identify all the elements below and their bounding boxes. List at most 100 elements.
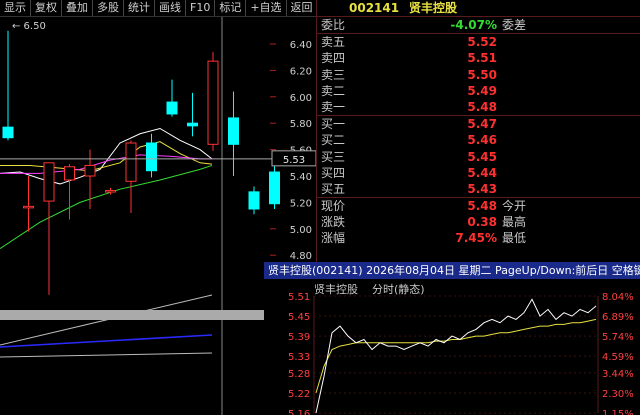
bid-price: 5.46: [467, 133, 497, 148]
stat-value: 5.48: [467, 199, 497, 214]
candle-body: [187, 122, 198, 127]
weibi-label: 委比: [321, 18, 346, 32]
weicha-label: 委差: [502, 18, 527, 32]
bid-row[interactable]: 买二 5.46: [317, 132, 640, 148]
minute-left-axis-label: 5.33: [288, 352, 310, 363]
minute-chart[interactable]: 5.51 8.04% 5.45 6.89% 5.39 5.74% 5.33 4.59% 5.28…: [264, 279, 640, 415]
quote-panel: 002141 贤丰控股 委比 -4.07% 委差 卖五 5.52 卖四 5.51 卖…: [316, 0, 640, 262]
minute-left-axis-label: 5.39: [288, 332, 310, 343]
ask-price: 5.48: [467, 99, 497, 114]
ask-list: 卖五 5.52 卖四 5.51 卖三 5.50 卖二 5.49 卖一 5.48: [317, 34, 640, 115]
stat-value: 7.45%: [455, 231, 497, 246]
ma20-line: [0, 154, 212, 174]
bid-row[interactable]: 买三 5.45: [317, 149, 640, 165]
bid-price: 5.43: [467, 181, 497, 196]
ask-label: 卖二: [321, 83, 346, 98]
ask-row[interactable]: 卖五 5.52: [317, 34, 640, 50]
minute-left-axis-label: 5.45: [288, 312, 310, 323]
ask-row[interactable]: 卖四 5.51: [317, 50, 640, 66]
stock-code: 002141: [349, 1, 400, 15]
indicator-band: [0, 310, 264, 320]
minute-right-axis-label: 3.44%: [602, 369, 634, 380]
bid-label: 买一: [321, 117, 346, 132]
bid-list: 买一 5.47 买二 5.46 买三 5.45 买四 5.44 买五 5.43: [317, 116, 640, 197]
stat-label: 现价: [321, 199, 346, 214]
price-axis-label: 5.00: [290, 225, 312, 236]
price-axis-label: 6.00: [290, 93, 312, 104]
candle-body: [64, 166, 75, 181]
bid-price: 5.44: [467, 165, 497, 180]
minute-right-axis-label: 4.59%: [602, 352, 634, 363]
minute-right-axis-label: 1.15%: [602, 409, 634, 415]
ask-label: 卖四: [321, 51, 346, 66]
stat-row: 涨跌 0.38 最高: [317, 214, 640, 230]
f10-button[interactable]: F10: [186, 0, 216, 16]
stat-label: 涨跌: [321, 215, 346, 230]
draw-line-button[interactable]: 画线: [155, 0, 186, 16]
weibi-row: 委比 -4.07% 委差: [317, 17, 640, 33]
mark-button[interactable]: 标记: [215, 0, 247, 16]
minute-left-axis-label: 5.28: [288, 369, 310, 380]
candle-body: [146, 142, 157, 172]
price-axis-label: 6.40: [290, 40, 312, 51]
candle-body: [125, 142, 137, 182]
adjust-button[interactable]: 复权: [31, 0, 62, 16]
stat-label-2: 今开: [502, 199, 527, 214]
ask-price: 5.50: [467, 67, 497, 82]
minute-right-axis-label: 2.30%: [602, 389, 634, 400]
price-axis-label: 6.20: [290, 66, 312, 77]
minute-left-axis-label: 5.16: [288, 409, 310, 415]
ask-row[interactable]: 卖一 5.48: [317, 99, 640, 115]
display-button[interactable]: 显示: [0, 0, 31, 16]
bid-label: 买三: [321, 149, 346, 164]
price-axis-label: 4.80: [290, 251, 312, 262]
ask-label: 卖五: [321, 35, 346, 50]
ask-row[interactable]: 卖三 5.50: [317, 67, 640, 83]
candle-body: [84, 164, 96, 177]
overlay-button[interactable]: 叠加: [62, 0, 93, 16]
bid-price: 5.47: [467, 117, 497, 132]
bid-label: 买五: [321, 181, 346, 196]
bid-row[interactable]: 买四 5.44: [317, 165, 640, 181]
crosshair-price-label: 5.53: [283, 155, 305, 166]
bid-row[interactable]: 买一 5.47: [317, 116, 640, 132]
indicator-line: [0, 334, 213, 348]
popup-title[interactable]: 贤丰控股(002141) 2026年08月04日 星期二 PageUp/Down…: [264, 262, 640, 279]
toolbar: 显示 复权 叠加 多股 统计 画线 F10 标记 +自选 返回: [0, 0, 318, 17]
stock-name: 贤丰控股: [408, 1, 457, 15]
candle-body: [105, 190, 116, 193]
price-axis-label: 5.80: [290, 119, 312, 130]
minute-right-axis-label: 6.89%: [602, 312, 634, 323]
candle-body: [248, 191, 260, 210]
candle-body: [43, 162, 55, 202]
price-axis-label: 5.40: [290, 172, 312, 183]
bid-label: 买四: [321, 165, 346, 180]
bid-row[interactable]: 买五 5.43: [317, 181, 640, 197]
minute-popup[interactable]: 贤丰控股(002141) 2026年08月04日 星期二 PageUp/Down…: [264, 262, 640, 415]
minute-left-axis-label: 5.22: [288, 389, 310, 400]
candle-body: [269, 171, 280, 205]
ask-label: 卖三: [321, 67, 346, 82]
stats-button[interactable]: 统计: [124, 0, 155, 16]
minute-left-axis-label: 5.51: [288, 292, 310, 303]
add-watchlist-button[interactable]: +自选: [246, 0, 287, 16]
ask-row[interactable]: 卖二 5.49: [317, 83, 640, 99]
stats-list: 现价 5.48 今开 涨跌 0.38 最高 涨幅 7.45% 最低: [317, 198, 640, 247]
ma5-line: [0, 127, 213, 185]
stat-row: 涨幅 7.45% 最低: [317, 230, 640, 246]
ask-price: 5.49: [467, 83, 497, 98]
back-button[interactable]: 返回: [287, 0, 318, 16]
stock-header: 002141 贤丰控股: [317, 0, 640, 17]
weibi-value: -4.07%: [450, 18, 497, 32]
stat-label-2: 最高: [502, 215, 527, 230]
minute-right-axis-label: 5.74%: [602, 332, 634, 343]
candle-body: [2, 126, 14, 139]
price-axis-label: 5.20: [290, 198, 312, 209]
max-price-marker: ← 6.50: [12, 21, 46, 32]
bid-label: 买二: [321, 133, 346, 148]
multi-stock-button[interactable]: 多股: [93, 0, 124, 16]
stat-label-2: 最低: [502, 231, 527, 246]
ask-price: 5.51: [467, 51, 497, 66]
stat-label: 涨幅: [321, 231, 346, 246]
stat-row: 现价 5.48 今开: [317, 198, 640, 214]
